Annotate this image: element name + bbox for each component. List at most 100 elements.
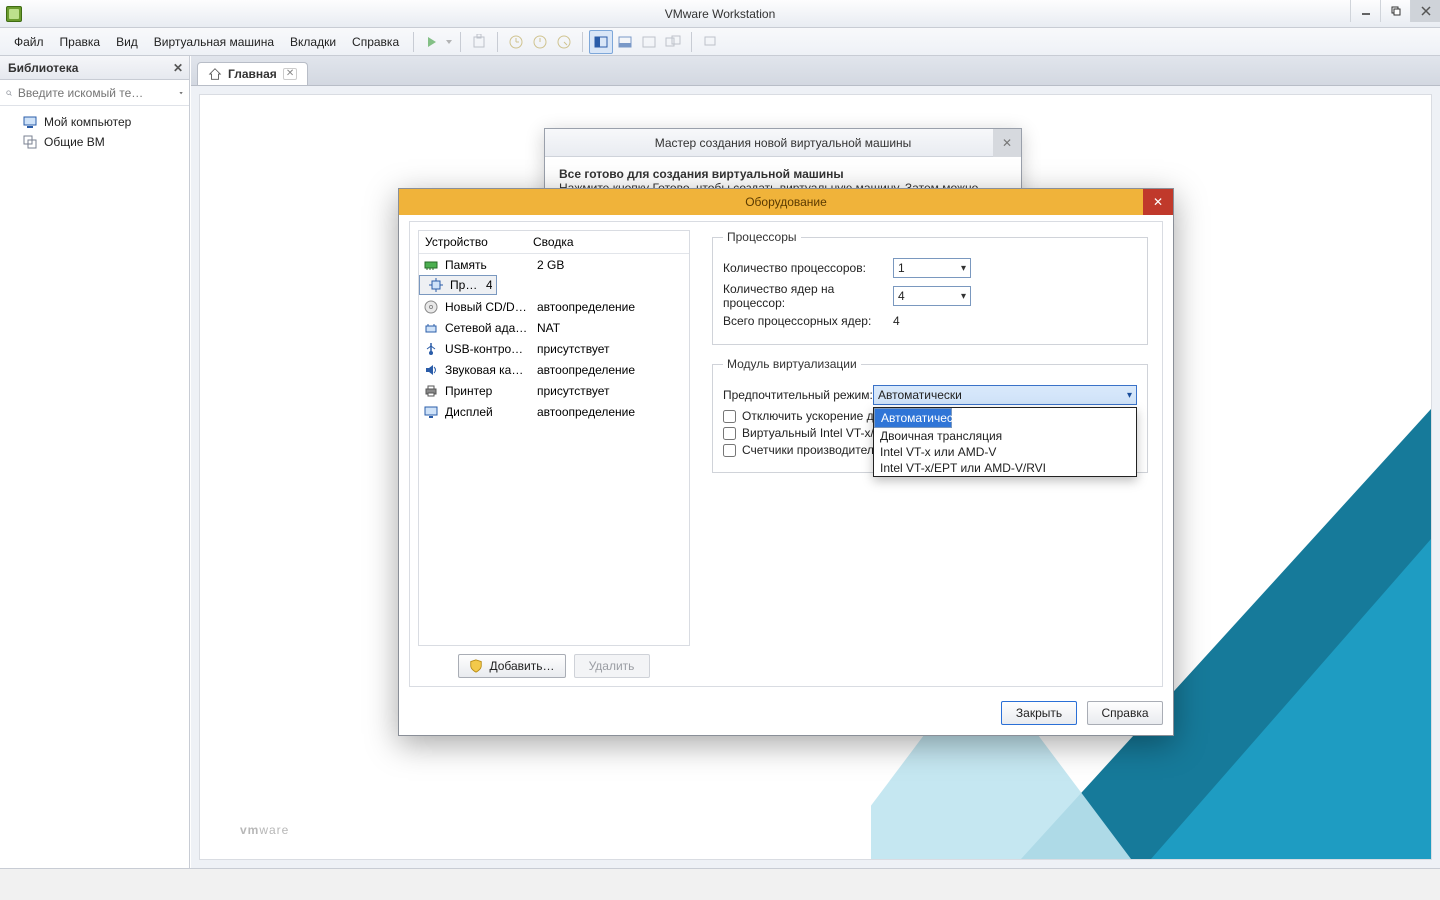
window-close-button[interactable] [1410,0,1440,22]
device-summary: 4 [480,276,492,294]
toolbar-fullscreen-icon[interactable] [637,30,661,54]
sound-icon [423,362,439,378]
app-icon [6,6,22,22]
hardware-device-list: Устройство Сводка Память2 GBПроцессор4Но… [418,230,690,646]
hardware-close-dialog-button[interactable]: Закрыть [1001,701,1077,725]
tab-close-icon[interactable]: ✕ [283,68,297,80]
checkbox[interactable] [723,444,736,457]
menu-view[interactable]: Вид [108,31,146,53]
device-name: Процессор [448,276,480,294]
device-name: Сетевой адап… [443,319,531,337]
menu-file[interactable]: Файл [6,31,52,53]
device-name: Дисплей [443,403,531,421]
hardware-close-button[interactable]: ✕ [1143,189,1173,215]
tree-item-my-computer[interactable]: Мой компьютер [4,112,185,132]
hardware-titlebar[interactable]: Оборудование ✕ [399,189,1173,215]
device-column-header: Устройство [419,231,527,253]
library-sidebar: Библиотека ✕ Мой компьютер Общие ВМ [0,56,190,868]
dropdown-option[interactable]: Автоматически [874,408,952,428]
toolbar-clock2-icon[interactable] [528,30,552,54]
display-icon [423,404,439,420]
menu-vm[interactable]: Виртуальная машина [146,31,282,53]
hardware-right-panel: Процессоры Количество процессоров: 1▾ Ко… [698,222,1162,686]
toolbar-view1-icon[interactable] [589,30,613,54]
library-close-icon[interactable]: ✕ [173,61,183,75]
proc-count-select[interactable]: 1▾ [893,258,971,278]
wizard-close-button[interactable]: ✕ [993,129,1021,157]
hardware-row-net[interactable]: Сетевой адап…NAT [419,317,689,338]
memory-icon [423,257,439,273]
net-icon [423,320,439,336]
device-name: Память [443,256,531,274]
toolbar-unity-icon[interactable] [661,30,685,54]
toolbar-clock1-icon[interactable] [504,30,528,54]
hardware-row-cpu[interactable]: Процессор4 [419,275,497,295]
menu-help[interactable]: Справка [344,31,407,53]
shared-vms-icon [22,134,38,150]
tab-home[interactable]: Главная ✕ [197,62,308,85]
toolbar-thumbnail-icon[interactable] [698,30,722,54]
proc-cores-select[interactable]: 4▾ [893,286,971,306]
menu-edit[interactable]: Правка [52,31,109,53]
tree-item-shared-vms[interactable]: Общие ВМ [4,132,185,152]
device-name: Принтер [443,382,531,400]
device-summary: NAT [531,319,689,337]
home-icon [208,67,222,81]
window-titlebar: VMware Workstation [0,0,1440,28]
vmware-logo: vmware [240,809,289,841]
search-icon [6,86,12,100]
hardware-row-display[interactable]: Дисплейавтоопределение [419,401,689,422]
window-maximize-button[interactable] [1380,0,1410,22]
wizard-heading: Все готово для создания виртуальной маши… [559,167,1007,181]
proc-cores-label: Количество ядер на процессор: [723,282,893,310]
taskbar [0,868,1440,900]
hardware-left-panel: Устройство Сводка Память2 GBПроцессор4Но… [410,222,698,686]
hardware-row-memory[interactable]: Память2 GB [419,254,689,275]
library-tree: Мой компьютер Общие ВМ [0,106,189,158]
toolbar-play-dropdown[interactable] [444,30,454,54]
toolbar-view2-icon[interactable] [613,30,637,54]
virt-mode-label: Предпочтительный режим: [723,388,873,402]
window-title: VMware Workstation [665,7,775,21]
add-label: Добавить… [489,659,554,673]
library-header: Библиотека ✕ [0,56,189,80]
menu-tabs[interactable]: Вкладки [282,31,344,53]
toolbar-snapshot-icon[interactable] [467,30,491,54]
checkbox[interactable] [723,410,736,423]
toolbar-play-button[interactable] [420,30,444,54]
shield-add-icon [469,659,483,673]
cpu-icon [428,277,444,293]
virt-legend: Модуль виртуализации [723,357,861,371]
checkbox[interactable] [723,427,736,440]
tree-item-label: Общие ВМ [44,135,105,149]
proc-total-label: Всего процессорных ядер: [723,314,893,328]
virt-mode-dropdown[interactable]: Автоматически Двоичная трансляция Intel … [873,407,1137,477]
dropdown-option[interactable]: Intel VT-x или AMD-V [874,444,1136,460]
hardware-title-text: Оборудование [745,195,827,209]
summary-column-header: Сводка [527,231,689,253]
device-summary: автоопределение [531,403,689,421]
tabstrip: Главная ✕ [191,56,1440,86]
proc-total-value: 4 [893,314,900,328]
window-minimize-button[interactable] [1350,0,1380,22]
device-summary: автоопределение [531,361,689,379]
printer-icon [423,383,439,399]
cd-icon [423,299,439,315]
hardware-row-usb[interactable]: USB-контроллерприсутствует [419,338,689,359]
device-summary: 2 GB [531,256,689,274]
chevron-down-icon[interactable] [179,88,183,98]
library-title: Библиотека [8,61,78,75]
library-search-input[interactable] [18,86,173,100]
dropdown-option[interactable]: Intel VT-x/EPT или AMD-V/RVI [874,460,1136,476]
toolbar-clock3-icon[interactable] [552,30,576,54]
device-summary: присутствует [531,382,689,400]
hardware-row-printer[interactable]: Принтерприсутствует [419,380,689,401]
hardware-help-button[interactable]: Справка [1087,701,1163,725]
hardware-row-sound[interactable]: Звуковая картаавтоопределение [419,359,689,380]
device-name: USB-контроллер [443,340,531,358]
library-search[interactable] [0,80,189,106]
hardware-row-cd[interactable]: Новый CD/DV…автоопределение [419,296,689,317]
dropdown-option[interactable]: Двоичная трансляция [874,428,1136,444]
virt-mode-combo[interactable]: Автоматически▾ [873,385,1137,405]
hardware-add-button[interactable]: Добавить… [458,654,565,678]
